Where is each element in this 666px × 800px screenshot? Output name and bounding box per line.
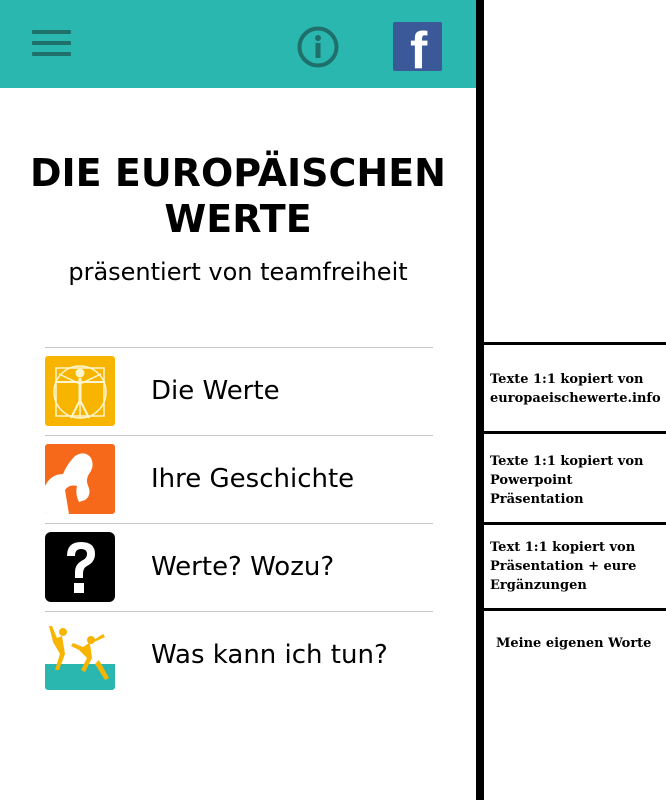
facebook-glyph: f xyxy=(410,22,428,71)
menu-item-label: Die Werte xyxy=(151,376,280,406)
page-title: DIE EUROPÄISCHEN WERTE xyxy=(30,151,446,241)
vitruvian-man-icon xyxy=(45,356,115,426)
app-screen: f DIE EUROPÄISCHEN WERTE präsentiert von… xyxy=(0,0,476,800)
thinker-icon xyxy=(45,444,115,514)
top-bar: f xyxy=(0,0,476,88)
note-praesentation-ergaenzungen: Text 1:1 kopiert von Präsentation + eure… xyxy=(490,540,637,593)
note-separator xyxy=(484,608,666,611)
hamburger-menu-icon[interactable] xyxy=(32,28,72,60)
note-separator xyxy=(484,342,666,345)
annotation-panel: Texte 1:1 kopiert von europaeischewerte.… xyxy=(484,0,666,800)
note-separator xyxy=(484,522,666,525)
menu-item-was-kann-ich-tun[interactable]: Was kann ich tun? xyxy=(45,611,433,699)
menu-item-die-werte[interactable]: Die Werte xyxy=(45,347,433,435)
note-eigene-worte: Meine eigenen Worte xyxy=(496,636,652,651)
menu-item-ihre-geschichte[interactable]: Ihre Geschichte xyxy=(45,435,433,523)
note-europaeischewerte: Texte 1:1 kopiert von europaeischewerte.… xyxy=(490,372,661,406)
question-mark-icon xyxy=(45,532,115,602)
menu-item-label: Was kann ich tun? xyxy=(151,640,388,670)
vertical-divider xyxy=(476,0,484,800)
note-separator xyxy=(484,431,666,434)
info-icon[interactable] xyxy=(296,25,340,69)
menu-item-label: Werte? Wozu? xyxy=(151,552,335,582)
jumping-people-icon xyxy=(45,620,115,690)
facebook-icon[interactable]: f xyxy=(393,22,442,71)
menu-item-label: Ihre Geschichte xyxy=(151,464,355,494)
main-menu-list: Die Werte Ihre Geschichte Werte? Wozu? W… xyxy=(45,347,433,699)
menu-item-werte-wozu[interactable]: Werte? Wozu? xyxy=(45,523,433,611)
note-powerpoint: Texte 1:1 kopiert von Powerpoint Präsent… xyxy=(490,454,644,507)
page-subtitle: präsentiert von teamfreiheit xyxy=(68,258,408,286)
